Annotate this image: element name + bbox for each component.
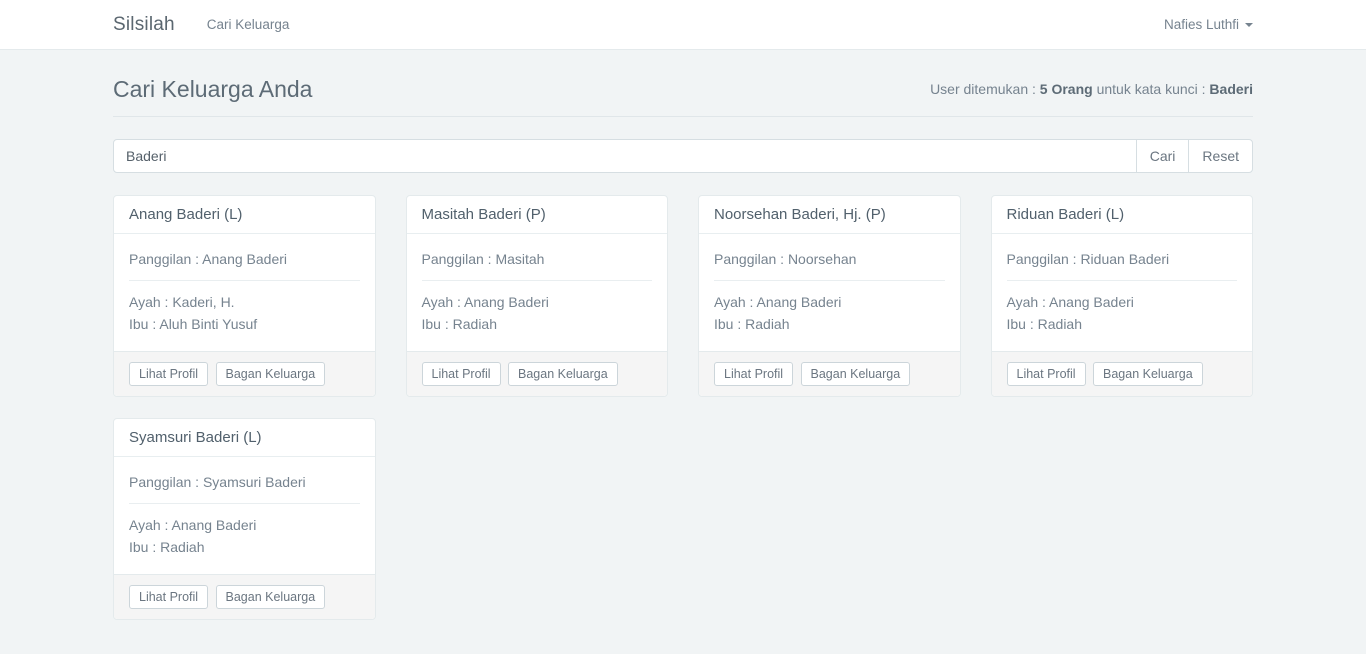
search-input[interactable]: [113, 139, 1137, 173]
person-ayah: Ayah : Kaderi, H.: [129, 291, 360, 313]
person-panggilan: Panggilan : Noorsehan: [714, 248, 945, 270]
lihat-profil-button[interactable]: Lihat Profil: [1007, 362, 1086, 386]
person-panggilan: Panggilan : Riduan Baderi: [1007, 248, 1238, 270]
person-ayah: Ayah : Anang Baderi: [714, 291, 945, 313]
person-card: Masitah Baderi (P) Panggilan : Masitah A…: [406, 195, 669, 397]
person-card: Riduan Baderi (L) Panggilan : Riduan Bad…: [991, 195, 1254, 397]
person-card-footer: Lihat Profil Bagan Keluarga: [992, 351, 1253, 396]
main-content: Cari Keluarga Anda User ditemukan : 5 Or…: [98, 75, 1268, 620]
card-divider: [422, 280, 653, 281]
bagan-keluarga-button[interactable]: Bagan Keluarga: [801, 362, 911, 386]
person-card-title: Anang Baderi (L): [114, 196, 375, 234]
person-ibu: Ibu : Aluh Binti Yusuf: [129, 313, 360, 335]
search-form: Cari Reset: [113, 139, 1253, 173]
user-menu-dropdown[interactable]: Nafies Luthfi: [1164, 17, 1253, 32]
caret-down-icon: [1245, 23, 1253, 27]
bagan-keluarga-button[interactable]: Bagan Keluarga: [216, 585, 326, 609]
brand-silsilah[interactable]: Silsilah: [113, 14, 175, 36]
nav-item-cari-keluarga[interactable]: Cari Keluarga: [207, 17, 290, 32]
lihat-profil-button[interactable]: Lihat Profil: [422, 362, 501, 386]
person-ibu: Ibu : Radiah: [422, 313, 653, 335]
bagan-keluarga-button[interactable]: Bagan Keluarga: [216, 362, 326, 386]
bagan-keluarga-button[interactable]: Bagan Keluarga: [508, 362, 618, 386]
person-card-body: Panggilan : Anang Baderi Ayah : Kaderi, …: [114, 234, 375, 351]
card-divider: [1007, 280, 1238, 281]
result-summary: User ditemukan : 5 Orang untuk kata kunc…: [930, 79, 1253, 99]
result-count: 5 Orang: [1040, 81, 1093, 97]
result-summary-prefix: User ditemukan :: [930, 81, 1040, 97]
user-menu-label: Nafies Luthfi: [1164, 17, 1239, 32]
result-keyword: Baderi: [1209, 81, 1253, 97]
lihat-profil-button[interactable]: Lihat Profil: [129, 362, 208, 386]
person-card: Anang Baderi (L) Panggilan : Anang Bader…: [113, 195, 376, 397]
page-header: Cari Keluarga Anda User ditemukan : 5 Or…: [113, 75, 1253, 117]
person-card: Syamsuri Baderi (L) Panggilan : Syamsuri…: [113, 418, 376, 620]
person-card-footer: Lihat Profil Bagan Keluarga: [114, 574, 375, 619]
lihat-profil-button[interactable]: Lihat Profil: [129, 585, 208, 609]
person-card-body: Panggilan : Riduan Baderi Ayah : Anang B…: [992, 234, 1253, 351]
reset-button[interactable]: Reset: [1188, 139, 1253, 173]
lihat-profil-button[interactable]: Lihat Profil: [714, 362, 793, 386]
result-summary-middle: untuk kata kunci :: [1093, 81, 1210, 97]
person-panggilan: Panggilan : Syamsuri Baderi: [129, 471, 360, 493]
card-divider: [129, 503, 360, 504]
person-card-title: Riduan Baderi (L): [992, 196, 1253, 234]
person-cards-grid: Anang Baderi (L) Panggilan : Anang Bader…: [113, 195, 1253, 620]
person-card-body: Panggilan : Noorsehan Ayah : Anang Bader…: [699, 234, 960, 351]
page-title: Cari Keluarga Anda: [113, 75, 312, 103]
bagan-keluarga-button[interactable]: Bagan Keluarga: [1093, 362, 1203, 386]
card-divider: [714, 280, 945, 281]
person-ibu: Ibu : Radiah: [1007, 313, 1238, 335]
person-ayah: Ayah : Anang Baderi: [1007, 291, 1238, 313]
person-card: Noorsehan Baderi, Hj. (P) Panggilan : No…: [698, 195, 961, 397]
card-divider: [129, 280, 360, 281]
person-card-title: Masitah Baderi (P): [407, 196, 668, 234]
person-ayah: Ayah : Anang Baderi: [422, 291, 653, 313]
person-ibu: Ibu : Radiah: [129, 536, 360, 558]
person-card-title: Syamsuri Baderi (L): [114, 419, 375, 457]
person-card-footer: Lihat Profil Bagan Keluarga: [114, 351, 375, 396]
navbar: Silsilah Cari Keluarga Nafies Luthfi: [0, 0, 1366, 50]
person-card-body: Panggilan : Syamsuri Baderi Ayah : Anang…: [114, 457, 375, 574]
person-panggilan: Panggilan : Masitah: [422, 248, 653, 270]
person-card-footer: Lihat Profil Bagan Keluarga: [407, 351, 668, 396]
person-card-title: Noorsehan Baderi, Hj. (P): [699, 196, 960, 234]
cari-button[interactable]: Cari: [1136, 139, 1190, 173]
person-card-body: Panggilan : Masitah Ayah : Anang Baderi …: [407, 234, 668, 351]
person-panggilan: Panggilan : Anang Baderi: [129, 248, 360, 270]
person-ibu: Ibu : Radiah: [714, 313, 945, 335]
person-ayah: Ayah : Anang Baderi: [129, 514, 360, 536]
person-card-footer: Lihat Profil Bagan Keluarga: [699, 351, 960, 396]
